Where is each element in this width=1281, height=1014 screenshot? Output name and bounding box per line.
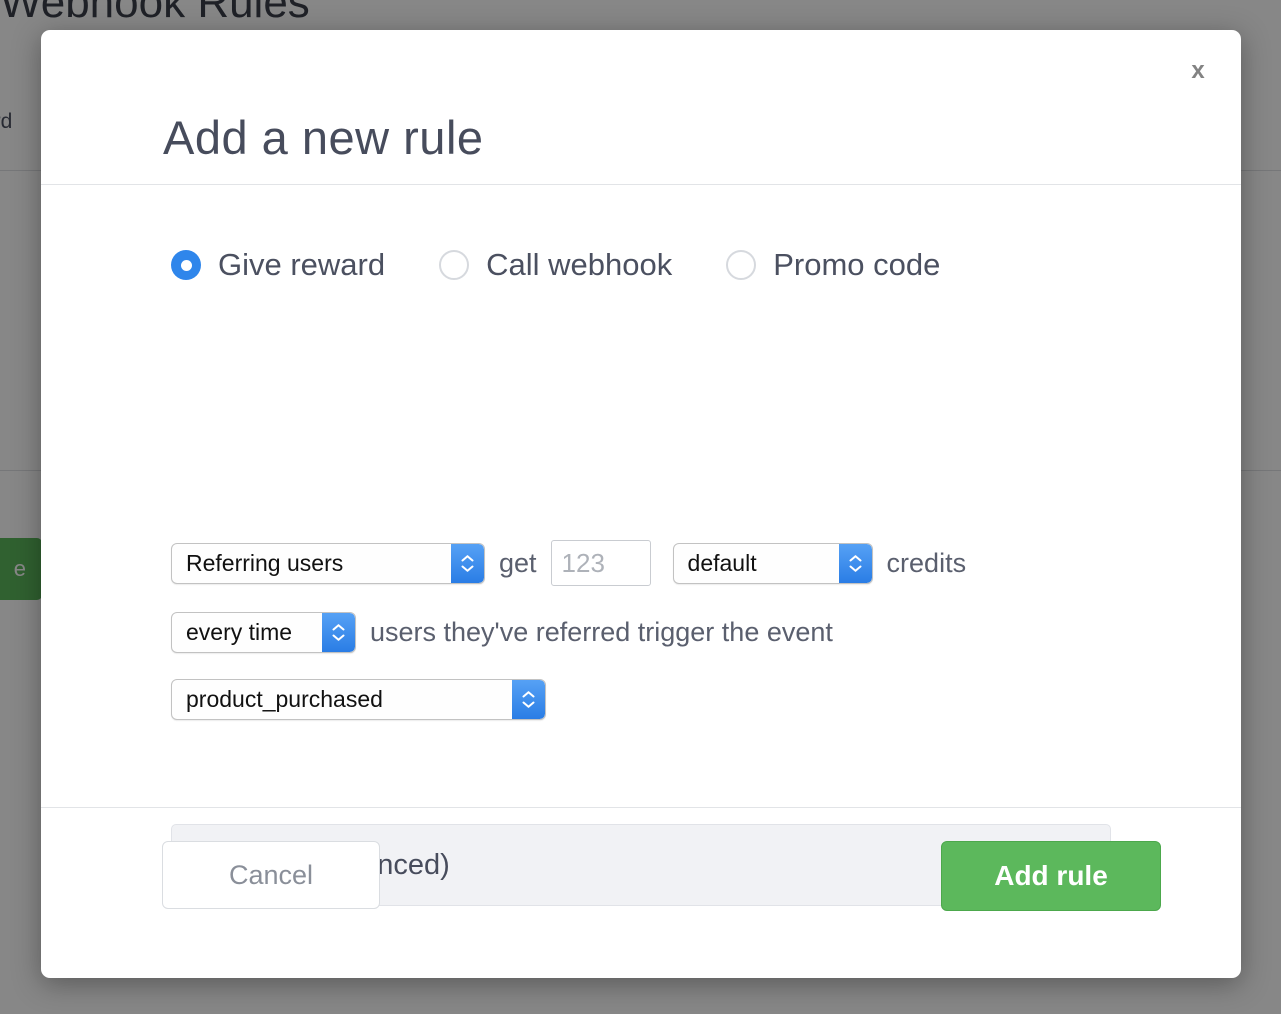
- frequency-select-value: every time: [186, 619, 293, 645]
- chevron-up-icon: [461, 554, 474, 561]
- chevron-down-icon: [332, 634, 345, 641]
- frequency-select[interactable]: every time: [171, 612, 356, 653]
- add-rule-modal: Add a new rule x Give reward Call webhoo…: [41, 30, 1241, 978]
- page-root: Webhook Rules ard e Add a new rule x Giv…: [0, 0, 1281, 1014]
- add-rule-button[interactable]: Add rule: [941, 841, 1161, 911]
- rule-form: Referring users get default: [171, 540, 966, 746]
- get-label: get: [499, 547, 537, 578]
- rule-type-radio-group: Give reward Call webhook Promo code: [171, 247, 940, 283]
- recipient-select[interactable]: Referring users: [171, 542, 485, 584]
- rule-form-row-reward: Referring users get default: [171, 540, 966, 586]
- radio-label-promo-code: Promo code: [773, 247, 941, 282]
- event-select-value: product_purchased: [186, 686, 383, 712]
- rule-form-row-event: product_purchased: [171, 679, 966, 720]
- recipient-select-value: Referring users: [186, 549, 344, 576]
- rule-form-row-frequency: every time users they've referred trigge…: [171, 612, 966, 653]
- chevron-up-icon: [522, 691, 535, 698]
- radio-icon-promo-code[interactable]: [726, 250, 757, 280]
- chevron-up-icon: [849, 554, 862, 561]
- radio-label-call-webhook: Call webhook: [486, 247, 673, 282]
- radio-label-give-reward: Give reward: [218, 247, 386, 282]
- stepper-arrows-icon[interactable]: [322, 613, 355, 652]
- stepper-arrows-icon[interactable]: [838, 543, 872, 583]
- radio-option-promo-code[interactable]: Promo code: [726, 247, 940, 283]
- reward-unit-select-value: default: [687, 549, 757, 576]
- chevron-down-icon: [522, 701, 535, 708]
- stepper-arrows-icon[interactable]: [512, 680, 545, 719]
- reward-amount-input[interactable]: [550, 540, 651, 586]
- modal-title: Add a new rule: [163, 111, 484, 164]
- credits-label: credits: [886, 547, 967, 578]
- radio-icon-give-reward[interactable]: [171, 250, 201, 280]
- event-select[interactable]: product_purchased: [171, 679, 546, 720]
- reward-unit-select[interactable]: default: [672, 542, 873, 584]
- stepper-arrows-icon[interactable]: [451, 543, 484, 583]
- frequency-description: users they've referred trigger the event: [370, 617, 833, 647]
- modal-footer: Cancel Add rule: [41, 807, 1241, 978]
- cancel-button[interactable]: Cancel: [162, 841, 380, 909]
- chevron-up-icon: [332, 624, 345, 631]
- chevron-down-icon: [461, 565, 474, 572]
- radio-option-give-reward[interactable]: Give reward: [171, 247, 385, 283]
- radio-option-call-webhook[interactable]: Call webhook: [439, 247, 672, 283]
- modal-body: Give reward Call webhook Promo code Refe…: [41, 185, 1241, 906]
- radio-icon-call-webhook[interactable]: [439, 250, 470, 280]
- close-icon[interactable]: x: [1181, 54, 1215, 88]
- modal-header: Add a new rule x: [41, 30, 1241, 185]
- chevron-down-icon: [849, 565, 862, 572]
